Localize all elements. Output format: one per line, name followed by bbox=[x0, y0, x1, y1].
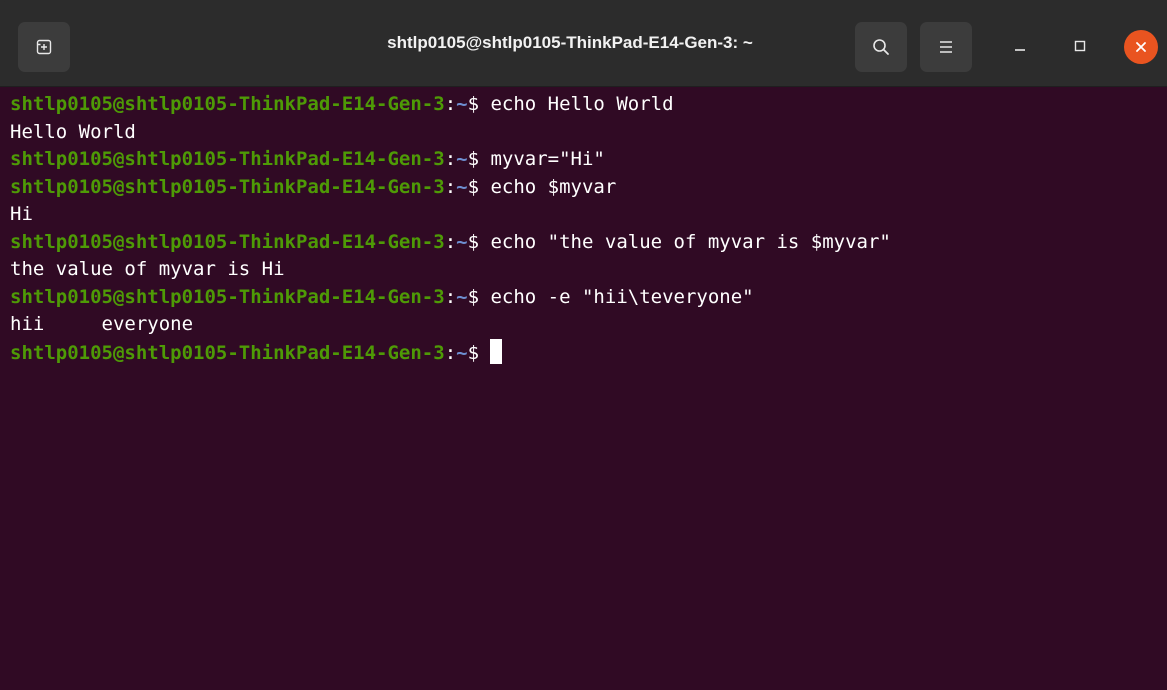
terminal-line: shtlp0105@shtlp0105-ThinkPad-E14-Gen-3:~… bbox=[10, 174, 891, 202]
maximize-button[interactable] bbox=[1062, 28, 1098, 64]
terminal-area[interactable]: shtlp0105@shtlp0105-ThinkPad-E14-Gen-3:~… bbox=[0, 87, 1167, 690]
command-text: echo "the value of myvar is $myvar" bbox=[490, 230, 891, 253]
search-button[interactable] bbox=[855, 22, 907, 72]
window-title: shtlp0105@shtlp0105-ThinkPad-E14-Gen-3: … bbox=[387, 33, 753, 52]
search-icon bbox=[873, 39, 889, 55]
prompt-separator: : bbox=[444, 175, 457, 198]
prompt-path: ~ bbox=[456, 285, 468, 308]
prompt-user-host: shtlp0105@shtlp0105-ThinkPad-E14-Gen-3 bbox=[10, 230, 445, 253]
prompt-user-host: shtlp0105@shtlp0105-ThinkPad-E14-Gen-3 bbox=[10, 93, 445, 115]
menu-button[interactable] bbox=[920, 22, 972, 72]
command-text: echo -e "hii\teveryone" bbox=[490, 285, 754, 308]
terminal-line: shtlp0105@shtlp0105-ThinkPad-E14-Gen-3:~… bbox=[10, 146, 891, 174]
prompt-path: ~ bbox=[456, 230, 468, 253]
prompt-symbol: $ bbox=[467, 341, 491, 364]
minimize-icon bbox=[1015, 49, 1025, 51]
prompt-separator: : bbox=[444, 341, 457, 364]
command-text: myvar="Hi" bbox=[490, 148, 605, 170]
minimize-button[interactable] bbox=[1002, 28, 1038, 64]
terminal-line-active: shtlp0105@shtlp0105-ThinkPad-E14-Gen-3:~… bbox=[10, 338, 891, 367]
output-line: Hi bbox=[10, 203, 33, 225]
prompt-symbol: $ bbox=[467, 175, 491, 198]
prompt-symbol: $ bbox=[467, 230, 491, 253]
output-line: Hello World bbox=[10, 120, 136, 143]
terminal-line: shtlp0105@shtlp0105-ThinkPad-E14-Gen-3:~… bbox=[10, 91, 891, 119]
new-tab-icon bbox=[36, 39, 52, 55]
hamburger-menu-icon bbox=[940, 41, 952, 53]
close-button[interactable] bbox=[1124, 30, 1158, 64]
terminal-window: shtlp0105@shtlp0105-ThinkPad-E14-Gen-3: … bbox=[0, 0, 1167, 690]
prompt-separator: : bbox=[444, 230, 457, 253]
prompt-path: ~ bbox=[456, 148, 468, 170]
terminal-line: shtlp0105@shtlp0105-ThinkPad-E14-Gen-3:~… bbox=[10, 229, 891, 257]
title-bar[interactable]: shtlp0105@shtlp0105-ThinkPad-E14-Gen-3: … bbox=[0, 0, 1167, 87]
prompt-user-host: shtlp0105@shtlp0105-ThinkPad-E14-Gen-3 bbox=[10, 341, 445, 364]
text-cursor bbox=[490, 338, 503, 364]
command-text: echo Hello World bbox=[490, 93, 674, 115]
prompt-separator: : bbox=[444, 285, 457, 308]
prompt-path: ~ bbox=[456, 93, 468, 115]
prompt-user-host: shtlp0105@shtlp0105-ThinkPad-E14-Gen-3 bbox=[10, 175, 445, 198]
output-line: the value of myvar is Hi bbox=[10, 258, 285, 280]
maximize-icon bbox=[1074, 40, 1086, 52]
prompt-user-host: shtlp0105@shtlp0105-ThinkPad-E14-Gen-3 bbox=[10, 285, 445, 308]
prompt-symbol: $ bbox=[467, 148, 491, 170]
prompt-separator: : bbox=[444, 148, 457, 170]
terminal-line: shtlp0105@shtlp0105-ThinkPad-E14-Gen-3:~… bbox=[10, 284, 891, 312]
terminal-output: shtlp0105@shtlp0105-ThinkPad-E14-Gen-3:~… bbox=[10, 91, 891, 366]
new-tab-button[interactable] bbox=[18, 22, 70, 72]
prompt-path: ~ bbox=[456, 341, 468, 364]
prompt-symbol: $ bbox=[467, 285, 491, 308]
command-text: echo $myvar bbox=[490, 175, 617, 198]
close-icon bbox=[1136, 42, 1146, 52]
prompt-path: ~ bbox=[456, 175, 468, 198]
prompt-user-host: shtlp0105@shtlp0105-ThinkPad-E14-Gen-3 bbox=[10, 148, 445, 170]
prompt-separator: : bbox=[444, 93, 457, 115]
output-line: hii everyone bbox=[10, 313, 194, 335]
prompt-symbol: $ bbox=[467, 93, 491, 115]
